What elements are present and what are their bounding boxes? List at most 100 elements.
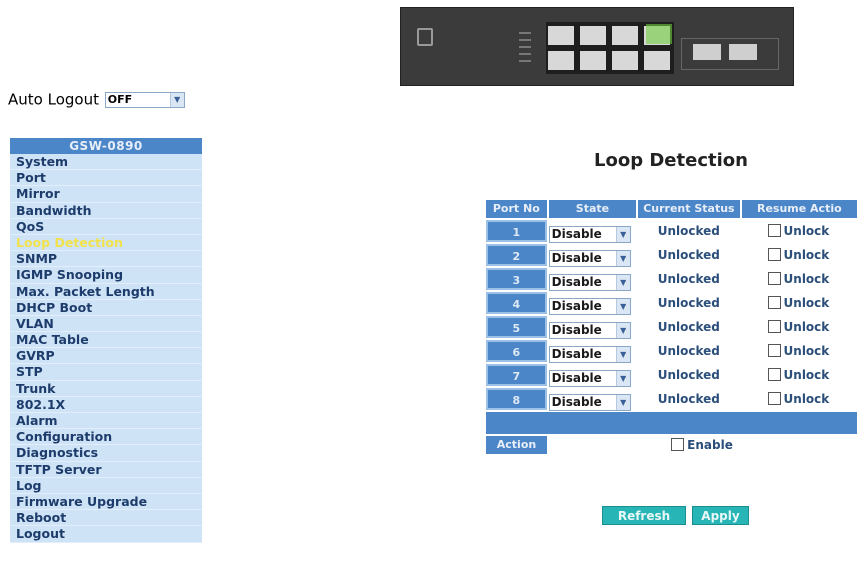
state-select[interactable]: Disable ▼ — [548, 250, 631, 267]
state-select[interactable]: Disable ▼ — [548, 346, 631, 363]
chevron-down-icon: ▼ — [615, 323, 630, 338]
port-number: 5 — [486, 316, 547, 338]
state-cell: Disable ▼ — [548, 316, 636, 339]
ethernet-ports — [546, 22, 674, 74]
sidebar-item-alarm[interactable]: Alarm — [10, 413, 202, 430]
state-select[interactable]: Disable ▼ — [548, 298, 631, 315]
unlock-checkbox[interactable] — [767, 368, 781, 381]
current-status: Unlocked — [657, 320, 720, 334]
unlock-checkbox[interactable] — [767, 344, 781, 357]
state-cell: Disable ▼ — [548, 292, 636, 315]
sidebar-item-reboot[interactable]: Reboot — [10, 510, 202, 527]
header-port-no: Port No — [486, 200, 547, 218]
table-row: 4 Disable ▼ Unlocked Unlock — [486, 292, 857, 315]
resume-action-cell: Unlock — [742, 364, 857, 386]
state-value: Disable — [551, 347, 602, 361]
apply-button[interactable]: Apply — [692, 506, 749, 525]
unlock-label: Unlock — [783, 320, 830, 334]
chevron-down-icon: ▼ — [615, 275, 630, 290]
sidebar-item-loop-detection[interactable]: Loop Detection — [10, 234, 202, 252]
sidebar-item-dhcp-boot[interactable]: DHCP Boot — [10, 299, 202, 316]
table-row: 8 Disable ▼ Unlocked Unlock — [486, 388, 857, 411]
table-header-row: Port No State Current Status Resume Acti… — [486, 200, 857, 218]
sidebar-item-snmp[interactable]: SNMP — [10, 251, 202, 268]
action-row: Action Enable — [486, 436, 857, 454]
sidebar-item-bandwidth[interactable]: Bandwidth — [10, 202, 202, 219]
port-number: 2 — [486, 244, 547, 266]
unlock-checkbox[interactable] — [767, 392, 781, 405]
sidebar-item-trunk[interactable]: Trunk — [10, 380, 202, 397]
state-select[interactable]: Disable ▼ — [548, 394, 631, 411]
unlock-checkbox[interactable] — [767, 248, 781, 261]
table-row: 6 Disable ▼ Unlocked Unlock — [486, 340, 857, 363]
sidebar-header: GSW-0890 — [10, 138, 202, 154]
resume-action-cell: Unlock — [742, 388, 857, 410]
auto-logout-control: Auto Logout OFF ▼ — [8, 90, 185, 109]
state-select[interactable]: Disable ▼ — [548, 226, 631, 243]
sidebar-item-vlan[interactable]: VLAN — [10, 315, 202, 333]
port-number: 8 — [486, 388, 547, 410]
state-select[interactable]: Disable ▼ — [548, 274, 631, 291]
sidebar-item-firmware-upgrade[interactable]: Firmware Upgrade — [10, 493, 202, 511]
current-status: Unlocked — [657, 296, 720, 310]
sidebar-menu: GSW-0890 System Port Mirror Bandwidth QoS Loo… — [10, 138, 202, 543]
state-cell: Disable ▼ — [548, 268, 636, 291]
sidebar-item-port[interactable]: Port — [10, 170, 202, 187]
unlock-checkbox[interactable] — [767, 224, 781, 237]
unlock-checkbox[interactable] — [767, 296, 781, 309]
state-value: Disable — [551, 227, 602, 241]
state-value: Disable — [551, 275, 602, 289]
unlock-checkbox[interactable] — [767, 320, 781, 333]
state-select[interactable]: Disable ▼ — [548, 322, 631, 339]
unlock-label: Unlock — [783, 392, 830, 406]
resume-action-cell: Unlock — [742, 316, 857, 338]
sidebar-item-802-1x[interactable]: 802.1X — [10, 396, 202, 413]
header-resume-action: Resume Actio — [741, 200, 857, 218]
sidebar-item-system[interactable]: System — [10, 154, 202, 171]
state-cell: Disable ▼ — [548, 388, 636, 411]
unlock-label: Unlock — [783, 368, 830, 382]
table-row: 1 Disable ▼ Unlocked Unlock — [486, 220, 857, 243]
sidebar-item-configuration[interactable]: Configuration — [10, 429, 202, 446]
unlock-checkbox[interactable] — [767, 272, 781, 285]
sidebar-item-qos[interactable]: QoS — [10, 218, 202, 235]
enable-option: Enable — [547, 436, 857, 454]
sidebar-item-mirror[interactable]: Mirror — [10, 186, 202, 203]
unlock-label: Unlock — [783, 296, 830, 310]
enable-label: Enable — [687, 438, 733, 452]
auto-logout-label: Auto Logout — [8, 90, 99, 109]
auto-logout-value: OFF — [107, 92, 133, 106]
port-number: 6 — [486, 340, 547, 362]
table-row: 5 Disable ▼ Unlocked Unlock — [486, 316, 857, 339]
switch-front-panel-image — [400, 7, 794, 86]
unlock-label: Unlock — [783, 344, 830, 358]
sidebar-item-stp[interactable]: STP — [10, 364, 202, 381]
sidebar-item-diagnostics[interactable]: Diagnostics — [10, 445, 202, 462]
state-cell: Disable ▼ — [548, 340, 636, 363]
enable-checkbox[interactable] — [671, 438, 685, 451]
chevron-down-icon: ▼ — [615, 371, 630, 386]
sidebar-item-log[interactable]: Log — [10, 477, 202, 494]
state-select[interactable]: Disable ▼ — [548, 370, 631, 387]
sidebar-item-max-packet-length[interactable]: Max. Packet Length — [10, 283, 202, 300]
sidebar-item-igmp-snooping[interactable]: IGMP Snooping — [10, 267, 202, 284]
auto-logout-select[interactable]: OFF ▼ — [104, 91, 185, 108]
brand-logo-icon — [417, 28, 433, 46]
state-cell: Disable ▼ — [548, 220, 636, 243]
refresh-button[interactable]: Refresh — [602, 506, 686, 525]
sidebar-item-gvrp[interactable]: GVRP — [10, 348, 202, 365]
port-number: 7 — [486, 364, 547, 386]
current-status: Unlocked — [657, 224, 720, 238]
resume-action-cell: Unlock — [742, 220, 857, 242]
status-leds — [519, 32, 531, 64]
unlock-label: Unlock — [783, 248, 830, 262]
chevron-down-icon: ▼ — [615, 347, 630, 362]
sidebar-item-tftp-server[interactable]: TFTP Server — [10, 461, 202, 478]
sidebar-item-logout[interactable]: Logout — [10, 526, 202, 543]
current-status: Unlocked — [657, 368, 720, 382]
header-current-status: Current Status — [638, 200, 740, 218]
table-row: 2 Disable ▼ Unlocked Unlock — [486, 244, 857, 267]
sidebar-item-mac-table[interactable]: MAC Table — [10, 332, 202, 349]
port-number: 3 — [486, 268, 547, 290]
header-state: State — [548, 200, 637, 218]
